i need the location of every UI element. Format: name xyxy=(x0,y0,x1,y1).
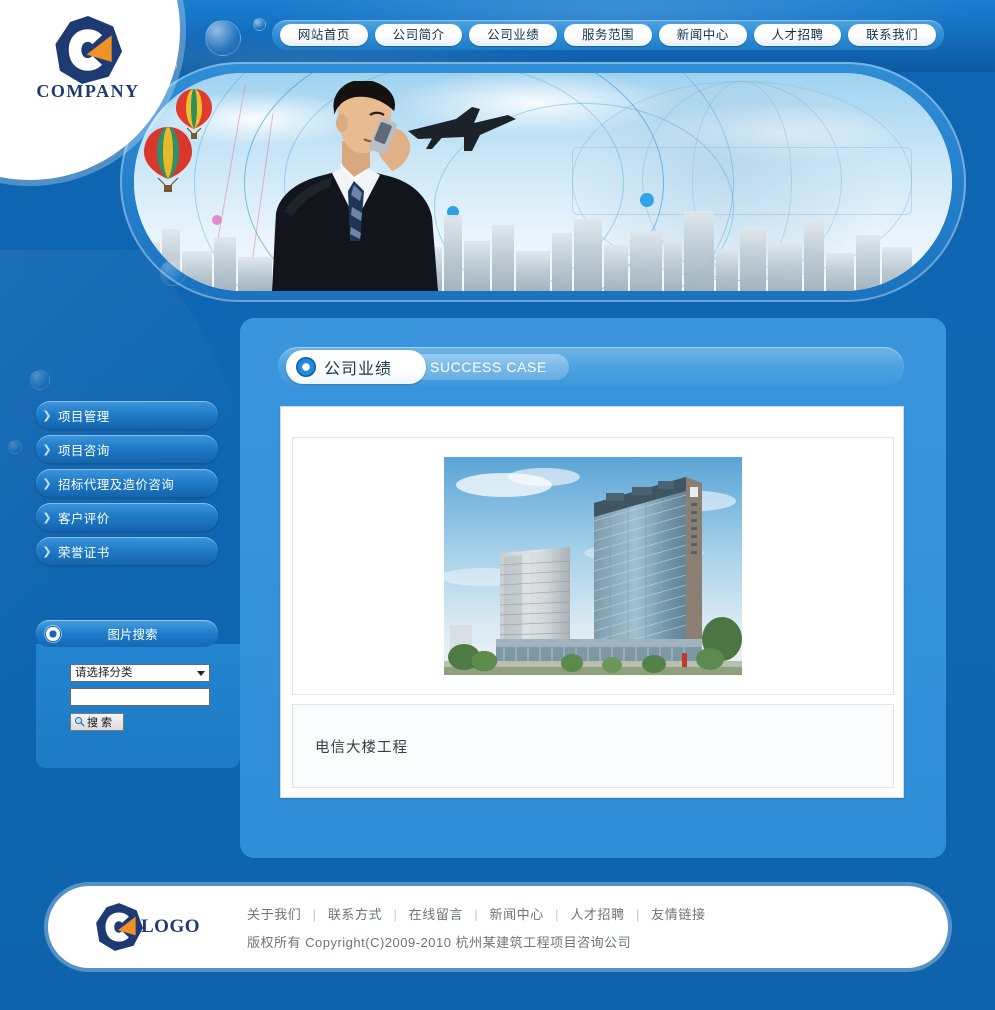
category-select-value: 请选择分类 xyxy=(75,667,133,679)
sidebar-item-1[interactable]: ❯ 项目咨询 xyxy=(36,435,218,463)
chevron-right-icon: ❯ xyxy=(42,443,52,456)
image-search-panel: 图片搜索 请选择分类 搜 索 xyxy=(36,620,240,768)
sidebar-item-label: 项目咨询 xyxy=(58,443,110,458)
search-panel-body: 请选择分类 搜 索 xyxy=(36,644,240,768)
sidebar-item-2[interactable]: ❯ 招标代理及造价咨询 xyxy=(36,469,218,497)
main-navigation: 网站首页 公司简介 公司业绩 服务范围 新闻中心 人才招聘 联系我们 xyxy=(272,20,944,50)
footer-link-5[interactable]: 友情链接 xyxy=(651,907,705,922)
footer-separator: | xyxy=(474,906,479,922)
content-subtitle: SUCCESS CASE xyxy=(430,359,547,375)
case-image[interactable] xyxy=(444,457,742,675)
footer-link-1[interactable]: 联系方式 xyxy=(328,907,382,922)
content-header: SUCCESS CASE 公司业绩 xyxy=(278,347,904,387)
footer-separator: | xyxy=(393,906,398,922)
chevron-down-icon xyxy=(197,671,205,676)
search-keyword-input[interactable] xyxy=(70,688,210,706)
search-submit-label: 搜 索 xyxy=(87,716,113,729)
sidebar-item-label: 招标代理及造价咨询 xyxy=(58,477,175,492)
footer-content: 关于我们 | 联系方式 | 在线留言 | 新闻中心 | 人才招聘 | 友情链接 … xyxy=(247,904,706,951)
nav-item-0[interactable]: 网站首页 xyxy=(280,24,368,46)
bubble-decoration-icon xyxy=(253,18,266,31)
nav-item-1[interactable]: 公司简介 xyxy=(374,24,463,46)
bubble-decoration-icon xyxy=(205,20,241,56)
nav-item-2[interactable]: 公司业绩 xyxy=(469,24,558,46)
nav-item-4[interactable]: 新闻中心 xyxy=(658,24,747,46)
footer-link-2[interactable]: 在线留言 xyxy=(409,907,463,922)
case-card: 电信大楼工程 xyxy=(280,406,904,798)
footer-separator: | xyxy=(312,906,317,922)
logo-text: COMPANY xyxy=(36,81,140,101)
chevron-right-icon: ❯ xyxy=(42,511,52,524)
footer-logo[interactable]: LOGO xyxy=(93,901,211,953)
nav-item-6[interactable]: 联系我们 xyxy=(848,24,937,46)
sidebar-item-3[interactable]: ❯ 客户评价 xyxy=(36,503,218,531)
hexagon-c-logo-icon xyxy=(96,903,143,951)
case-image-frame xyxy=(292,437,894,695)
circle-dot-icon xyxy=(45,625,61,642)
hot-air-balloon-icon xyxy=(144,127,192,192)
bubble-decoration-icon xyxy=(8,440,22,454)
site-logo[interactable]: COMPANY xyxy=(18,10,158,105)
chevron-right-icon: ❯ xyxy=(42,477,52,490)
case-caption-box: 电信大楼工程 xyxy=(292,704,894,788)
search-panel-title: 图片搜索 xyxy=(107,628,158,642)
content-title: 公司业绩 xyxy=(324,361,393,378)
search-panel-header: 图片搜索 xyxy=(36,620,218,647)
businessman-photo xyxy=(272,81,438,291)
sidebar-item-4[interactable]: ❯ 荣誉证书 xyxy=(36,537,218,565)
sidebar-menu: ❯ 项目管理 ❯ 项目咨询 ❯ 招标代理及造价咨询 ❯ 客户评价 ❯ 荣誉证书 xyxy=(36,401,218,571)
sidebar-item-0[interactable]: ❯ 项目管理 xyxy=(36,401,218,429)
bubble-decoration-icon xyxy=(30,370,50,390)
sidebar-item-label: 客户评价 xyxy=(58,511,110,526)
category-select[interactable]: 请选择分类 xyxy=(70,664,210,682)
case-caption: 电信大楼工程 xyxy=(315,739,408,756)
bubble-decoration-icon xyxy=(160,260,186,286)
footer-links: 关于我们 | 联系方式 | 在线留言 | 新闻中心 | 人才招聘 | 友情链接 xyxy=(247,904,706,923)
hero-banner xyxy=(120,62,966,302)
search-submit-button[interactable]: 搜 索 xyxy=(70,712,124,731)
page-root: 网站首页 公司简介 公司业绩 服务范围 新闻中心 人才招聘 联系我们 COMPA… xyxy=(0,0,995,1010)
sidebar-item-label: 项目管理 xyxy=(58,409,110,424)
hexagon-c-logo-icon xyxy=(55,15,123,85)
footer-link-3[interactable]: 新闻中心 xyxy=(489,907,543,922)
chevron-right-icon: ❯ xyxy=(42,409,52,422)
nav-item-3[interactable]: 服务范围 xyxy=(564,24,652,46)
footer-link-0[interactable]: 关于我们 xyxy=(247,907,301,922)
footer-link-4[interactable]: 人才招聘 xyxy=(570,907,624,922)
circle-dot-icon xyxy=(296,357,316,377)
content-title-pill: 公司业绩 xyxy=(286,350,426,384)
sidebar-item-label: 荣誉证书 xyxy=(58,545,110,560)
footer-separator: | xyxy=(635,906,640,922)
banner-image xyxy=(134,73,952,291)
footer-logo-text: LOGO xyxy=(141,916,201,937)
chevron-right-icon: ❯ xyxy=(42,545,52,558)
footer-copyright: 版权所有 Copyright(C)2009-2010 杭州某建筑工程项目咨询公司 xyxy=(247,934,632,950)
footer-separator: | xyxy=(555,906,560,922)
magnifier-icon xyxy=(74,716,85,727)
site-footer: LOGO 关于我们 | 联系方式 | 在线留言 | 新闻中心 | 人才招聘 | … xyxy=(48,886,948,968)
nav-item-5[interactable]: 人才招聘 xyxy=(753,24,842,46)
telecom-tower-rendering xyxy=(444,457,742,675)
